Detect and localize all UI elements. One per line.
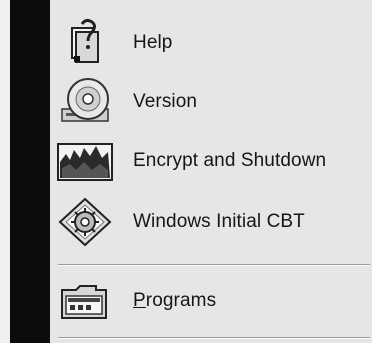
menu-separator-bottom [58, 337, 370, 339]
programs-folder-icon [56, 276, 114, 326]
menu-item-encrypt-and-shutdown[interactable]: Encrypt and Shutdown [50, 132, 372, 190]
start-menu: Help Version Encrypt and Shutdown Window… [0, 0, 372, 343]
gear-diamond-icon [56, 197, 114, 247]
menu-item-label-rest: rograms [145, 290, 217, 311]
accelerator-letter: P [133, 290, 146, 311]
menu-item-windows-initial-cbt[interactable]: Windows Initial CBT [50, 193, 372, 251]
menu-item-label: Windows Initial CBT [133, 211, 305, 232]
menu-left-edge [0, 0, 10, 343]
menu-item-label: Encrypt and Shutdown [133, 150, 327, 171]
encrypt-shutdown-icon [56, 136, 114, 186]
menu-side-banner [10, 0, 50, 343]
help-book-icon [56, 18, 114, 68]
menu-separator [58, 264, 370, 266]
menu-item-version[interactable]: Version [50, 73, 372, 131]
menu-item-help[interactable]: Help [50, 14, 372, 72]
cd-disc-icon [56, 77, 114, 127]
menu-item-label: Programs [133, 290, 216, 312]
menu-item-label: Version [133, 91, 198, 112]
menu-item-programs[interactable]: Programs [50, 272, 372, 330]
menu-item-label: Help [133, 32, 173, 53]
